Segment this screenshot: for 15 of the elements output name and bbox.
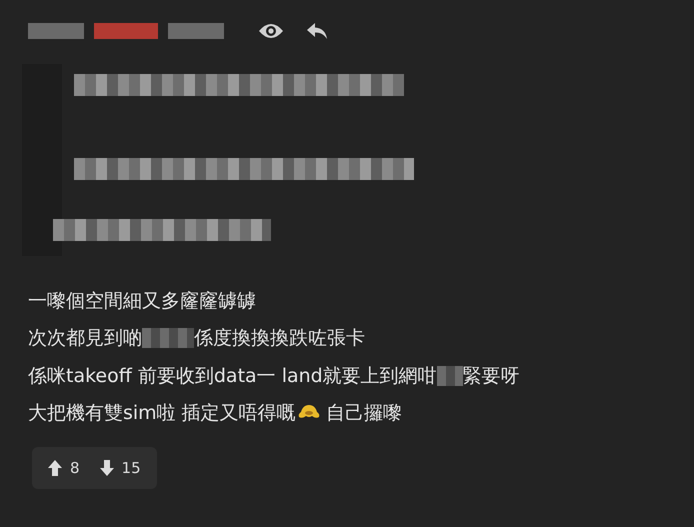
post-text: 係咪takeoff 前要收到data一 land就要上到網咁 xyxy=(28,364,437,389)
downvote-button[interactable]: 15 xyxy=(92,455,149,481)
arrow-up-icon xyxy=(48,460,62,476)
post-text: 次次都見到啲 xyxy=(28,326,142,352)
upvote-button[interactable]: 8 xyxy=(40,455,88,481)
redacted-block xyxy=(436,366,463,386)
post-text: 係度換換換跌咗張卡 xyxy=(194,326,365,352)
eye-icon[interactable] xyxy=(258,22,284,40)
post-text: 自己攞嚟 xyxy=(324,401,402,426)
arrow-down-icon xyxy=(100,460,114,476)
post-text: 一嚟個空間細又多窿窿罅罅 xyxy=(28,288,256,314)
post-text: 大把機有雙sim啦 插定又唔得嘅 xyxy=(28,401,296,426)
redacted-block xyxy=(142,328,194,348)
post-text: 緊要呀 xyxy=(462,364,520,389)
reply-icon[interactable] xyxy=(306,22,328,40)
